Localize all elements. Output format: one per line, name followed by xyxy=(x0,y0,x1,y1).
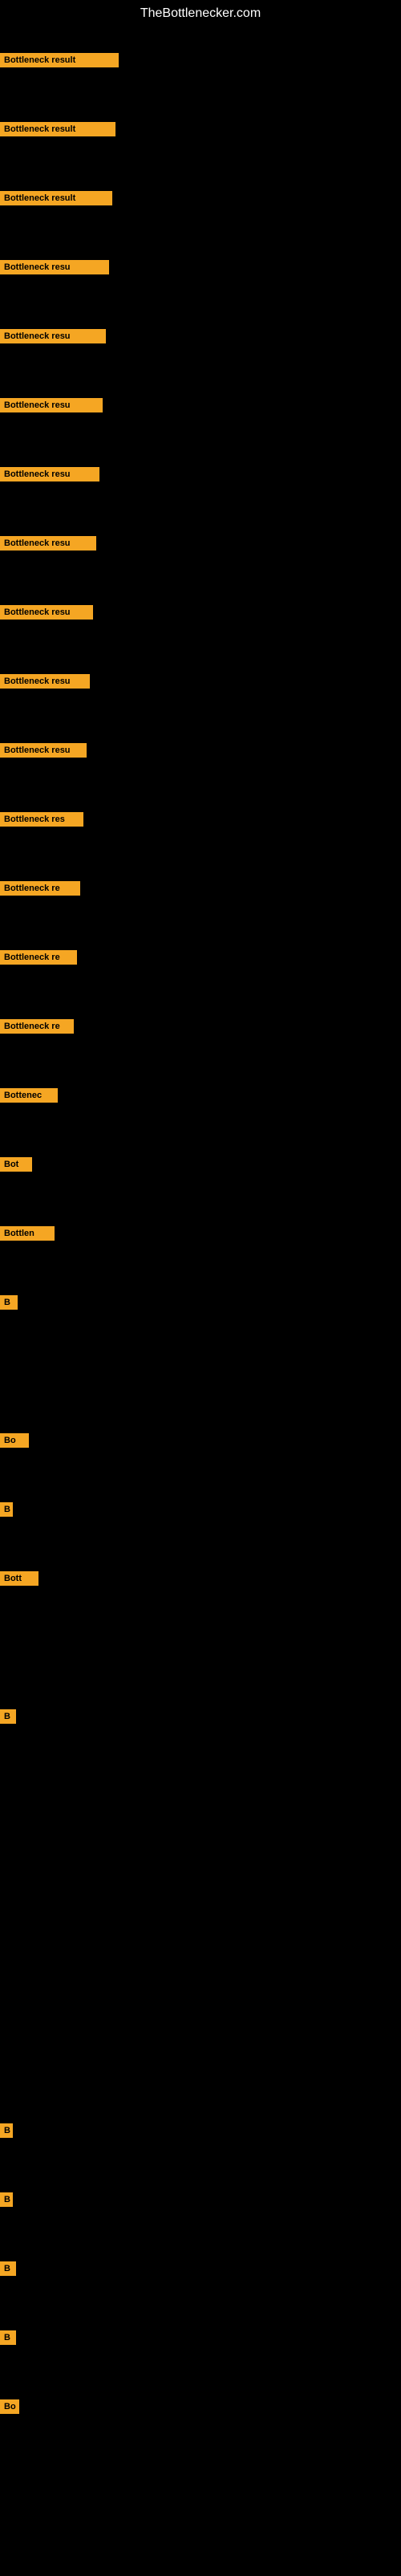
bottleneck-result-bar[interactable]: Bottleneck resu xyxy=(0,398,103,412)
bottleneck-result-bar[interactable]: Bottleneck resu xyxy=(0,674,90,689)
site-title: TheBottlenecker.com xyxy=(0,0,401,24)
bottleneck-result-bar[interactable]: Bottleneck re xyxy=(0,881,80,896)
bottleneck-result-bar[interactable]: Bo xyxy=(0,1433,29,1448)
bottleneck-result-bar[interactable]: Bottleneck resu xyxy=(0,329,106,343)
bottleneck-result-bar[interactable]: B xyxy=(0,1295,18,1310)
bottleneck-result-bar[interactable]: Bottleneck re xyxy=(0,950,77,965)
bottleneck-result-bar[interactable]: Bottleneck result xyxy=(0,122,115,136)
bottleneck-result-bar[interactable]: Bottleneck resu xyxy=(0,743,87,758)
bottleneck-result-bar[interactable]: Bottenec xyxy=(0,1088,58,1103)
bottleneck-result-bar[interactable]: Bott xyxy=(0,1571,38,1586)
bottleneck-result-bar[interactable]: B xyxy=(0,2192,13,2207)
bottleneck-result-bar[interactable]: Bottleneck resu xyxy=(0,605,93,620)
bottleneck-result-bar[interactable]: Bottleneck resu xyxy=(0,467,99,481)
bottleneck-result-bar[interactable]: B xyxy=(0,1709,16,1724)
bottleneck-result-bar[interactable]: Bottleneck res xyxy=(0,812,83,827)
bottleneck-result-bar[interactable]: Bottlen xyxy=(0,1226,55,1241)
bottleneck-result-bar[interactable]: B xyxy=(0,1502,13,1517)
bottleneck-result-bar[interactable]: Bottleneck resu xyxy=(0,260,109,274)
bottleneck-result-bar[interactable]: Bottleneck result xyxy=(0,191,112,205)
bottleneck-result-bar[interactable]: B xyxy=(0,2330,16,2345)
bottleneck-result-bar[interactable]: Bottleneck resu xyxy=(0,536,96,551)
bottleneck-result-bar[interactable]: B xyxy=(0,2123,13,2138)
bottleneck-result-bar[interactable]: B xyxy=(0,2261,16,2276)
bottleneck-result-bar[interactable]: Bot xyxy=(0,1157,32,1172)
bottleneck-result-bar[interactable]: Bottleneck re xyxy=(0,1019,74,1034)
bottleneck-result-bar[interactable]: Bottleneck result xyxy=(0,53,119,67)
bottleneck-result-bar[interactable]: Bo xyxy=(0,2399,19,2414)
